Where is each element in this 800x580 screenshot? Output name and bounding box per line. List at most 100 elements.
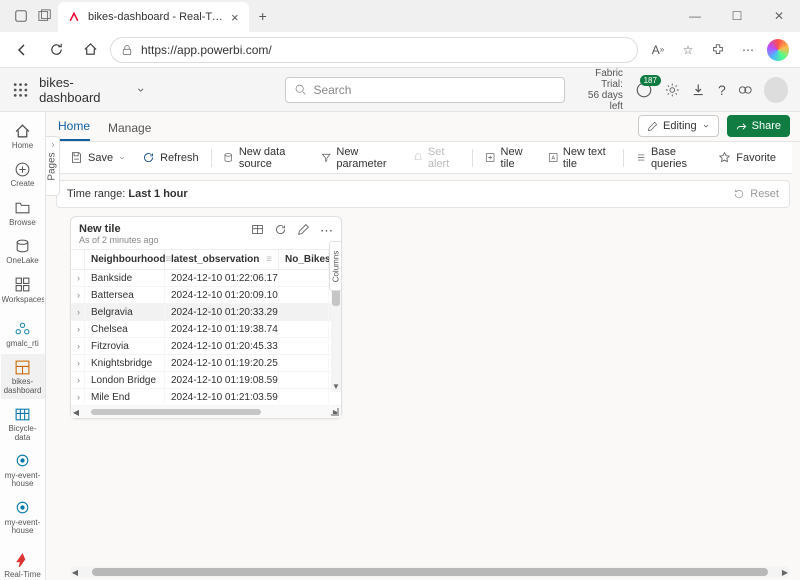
window-titlebar: bikes-dashboard - Real-Time Inte × + ― ☐… xyxy=(0,0,800,32)
horizontal-scrollbar[interactable]: ◀ ▶ xyxy=(71,406,341,418)
copilot-icon[interactable] xyxy=(764,36,792,64)
columns-panel-toggle[interactable]: Columns xyxy=(329,241,342,291)
col-no-bikes[interactable]: No_Bikes≡ xyxy=(279,250,329,269)
nav-item-gmalc-rti[interactable]: gmalc_rti xyxy=(1,316,45,352)
settings-icon[interactable] xyxy=(665,82,680,98)
favorite-icon[interactable]: ☆ xyxy=(674,36,702,64)
chevron-down-icon xyxy=(136,85,145,95)
col-neighbourhood[interactable]: Neighbourhood≡ xyxy=(85,250,165,269)
nav-item-onelake[interactable]: OneLake xyxy=(1,233,45,269)
base-queries-button[interactable]: Base queries xyxy=(630,143,709,173)
table-row[interactable]: ›Chelsea2024-12-10 01:19:38.7430 xyxy=(71,321,341,338)
table-row[interactable]: ›Bankside2024-12-10 01:22:06.1730 xyxy=(71,270,341,287)
cell-neighbourhood: Battersea xyxy=(85,287,165,303)
canvas-scrollbar[interactable]: ◀ ▶ xyxy=(70,566,790,578)
nav-item-real-time-intelligence[interactable]: Real-Time Intelligence xyxy=(1,547,45,580)
workspace-selector[interactable]: bikes-dashboard xyxy=(39,75,145,105)
app-launcher-icon[interactable] xyxy=(12,81,29,99)
favorite-button[interactable]: Favorite xyxy=(712,148,782,167)
star-icon xyxy=(718,151,731,164)
extensions-icon[interactable] xyxy=(704,36,732,64)
profile-icon[interactable] xyxy=(14,9,28,23)
maximize-button[interactable]: ☐ xyxy=(716,0,758,32)
cell-latest-observation: 2024-12-10 01:22:06.1730 xyxy=(165,270,279,286)
help-icon[interactable]: ? xyxy=(718,82,726,98)
feedback-icon[interactable] xyxy=(738,82,753,98)
nav-item-bikes-dashboard[interactable]: bikes-dashboard xyxy=(1,354,45,399)
expand-icon[interactable]: › xyxy=(71,372,85,388)
back-button[interactable] xyxy=(8,36,36,64)
table-row[interactable]: ›Fitzrovia2024-12-10 01:20:45.3370 xyxy=(71,338,341,355)
pages-panel-toggle[interactable]: Pages xyxy=(46,136,60,196)
tile-table-icon[interactable] xyxy=(251,223,264,236)
dashboard-canvas[interactable]: New tile As of 2 minutes ago ⋯ Neighbour… xyxy=(46,208,800,580)
tile-subtitle: As of 2 minutes ago xyxy=(79,235,159,245)
expand-icon[interactable]: › xyxy=(71,270,85,286)
search-icon xyxy=(294,83,307,96)
table-row[interactable]: ›London Bridge2024-12-10 01:19:08.5990 xyxy=(71,372,341,389)
cell-neighbourhood: Bankside xyxy=(85,270,165,286)
table-row[interactable]: ›Belgravia2024-12-10 01:20:33.2950 xyxy=(71,304,341,321)
refresh-button[interactable] xyxy=(42,36,70,64)
share-button[interactable]: Share xyxy=(727,115,790,137)
expand-icon[interactable]: › xyxy=(71,355,85,371)
menu-icon[interactable]: ⋯ xyxy=(734,36,762,64)
nav-item-workspaces[interactable]: Workspaces xyxy=(1,272,45,308)
scroll-thumb[interactable] xyxy=(91,409,261,415)
resize-handle[interactable] xyxy=(331,408,339,416)
tile-icon xyxy=(485,151,495,164)
tab-manage[interactable]: Manage xyxy=(108,121,151,141)
scroll-right-icon[interactable]: ▶ xyxy=(780,568,790,577)
new-data-source-button[interactable]: New data source xyxy=(217,143,311,173)
new-tab-button[interactable]: + xyxy=(259,8,267,24)
close-window-button[interactable]: ✕ xyxy=(758,0,800,32)
download-icon[interactable] xyxy=(691,82,706,98)
reset-button[interactable]: Reset xyxy=(733,188,779,200)
search-input[interactable]: Search xyxy=(285,77,565,103)
table-row[interactable]: ›Mile End2024-12-10 01:21:03.5970 xyxy=(71,389,341,406)
save-icon xyxy=(70,151,83,164)
save-button[interactable]: Save xyxy=(64,148,132,167)
home-button[interactable] xyxy=(76,36,104,64)
read-aloud-icon[interactable]: A» xyxy=(644,36,672,64)
minimize-button[interactable]: ― xyxy=(674,0,716,32)
notifications-button[interactable]: 187 xyxy=(635,81,653,99)
tile-edit-icon[interactable] xyxy=(297,223,310,236)
tabs-icon[interactable] xyxy=(38,9,52,23)
new-text-tile-button[interactable]: ANew text tile xyxy=(542,143,617,173)
avatar[interactable] xyxy=(764,77,788,103)
tab-home[interactable]: Home xyxy=(58,119,90,141)
scroll-thumb[interactable] xyxy=(92,568,768,576)
refresh-button[interactable]: Refresh xyxy=(136,148,205,167)
url-field[interactable]: https://app.powerbi.com/ xyxy=(110,37,638,63)
close-tab-icon[interactable]: × xyxy=(231,10,239,25)
nav-item-my-event-house[interactable]: my-event-house xyxy=(1,448,45,493)
col-latest-observation[interactable]: latest_observation≡ xyxy=(165,250,279,269)
nav-item-create[interactable]: Create xyxy=(1,156,45,192)
scroll-left-icon[interactable]: ◀ xyxy=(70,568,80,577)
new-tile-button[interactable]: New tile xyxy=(479,143,537,173)
new-parameter-button[interactable]: New parameter xyxy=(315,143,403,173)
scroll-down-icon[interactable]: ▼ xyxy=(331,382,341,392)
browser-tab[interactable]: bikes-dashboard - Real-Time Inte × xyxy=(58,2,249,32)
nav-item-my-event-house[interactable]: my-event-house xyxy=(1,495,45,540)
tile-refresh-icon[interactable] xyxy=(274,223,287,236)
expand-icon[interactable]: › xyxy=(71,321,85,337)
table-row[interactable]: ›Knightsbridge2024-12-10 01:19:20.2560 xyxy=(71,355,341,372)
time-range-value[interactable]: Last 1 hour xyxy=(128,188,187,200)
nav-item-home[interactable]: Home xyxy=(1,118,45,154)
expand-icon[interactable]: › xyxy=(71,287,85,303)
editing-mode-button[interactable]: Editing xyxy=(638,115,719,137)
chevron-down-icon xyxy=(118,154,126,162)
nav-label: Bicycle-data xyxy=(2,425,44,442)
expand-icon[interactable]: › xyxy=(71,304,85,320)
cell-latest-observation: 2024-12-10 01:19:08.5990 xyxy=(165,372,279,388)
scroll-left-icon[interactable]: ◀ xyxy=(71,408,81,417)
dashboard-tile[interactable]: New tile As of 2 minutes ago ⋯ Neighbour… xyxy=(70,216,342,419)
workspace-icon xyxy=(14,320,32,338)
table-row[interactable]: ›Battersea2024-12-10 01:20:09.1020 xyxy=(71,287,341,304)
expand-icon[interactable]: › xyxy=(71,389,85,405)
nav-item-bicycle-data[interactable]: Bicycle-data xyxy=(1,401,45,446)
nav-item-browse[interactable]: Browse xyxy=(1,195,45,231)
expand-icon[interactable]: › xyxy=(71,338,85,354)
